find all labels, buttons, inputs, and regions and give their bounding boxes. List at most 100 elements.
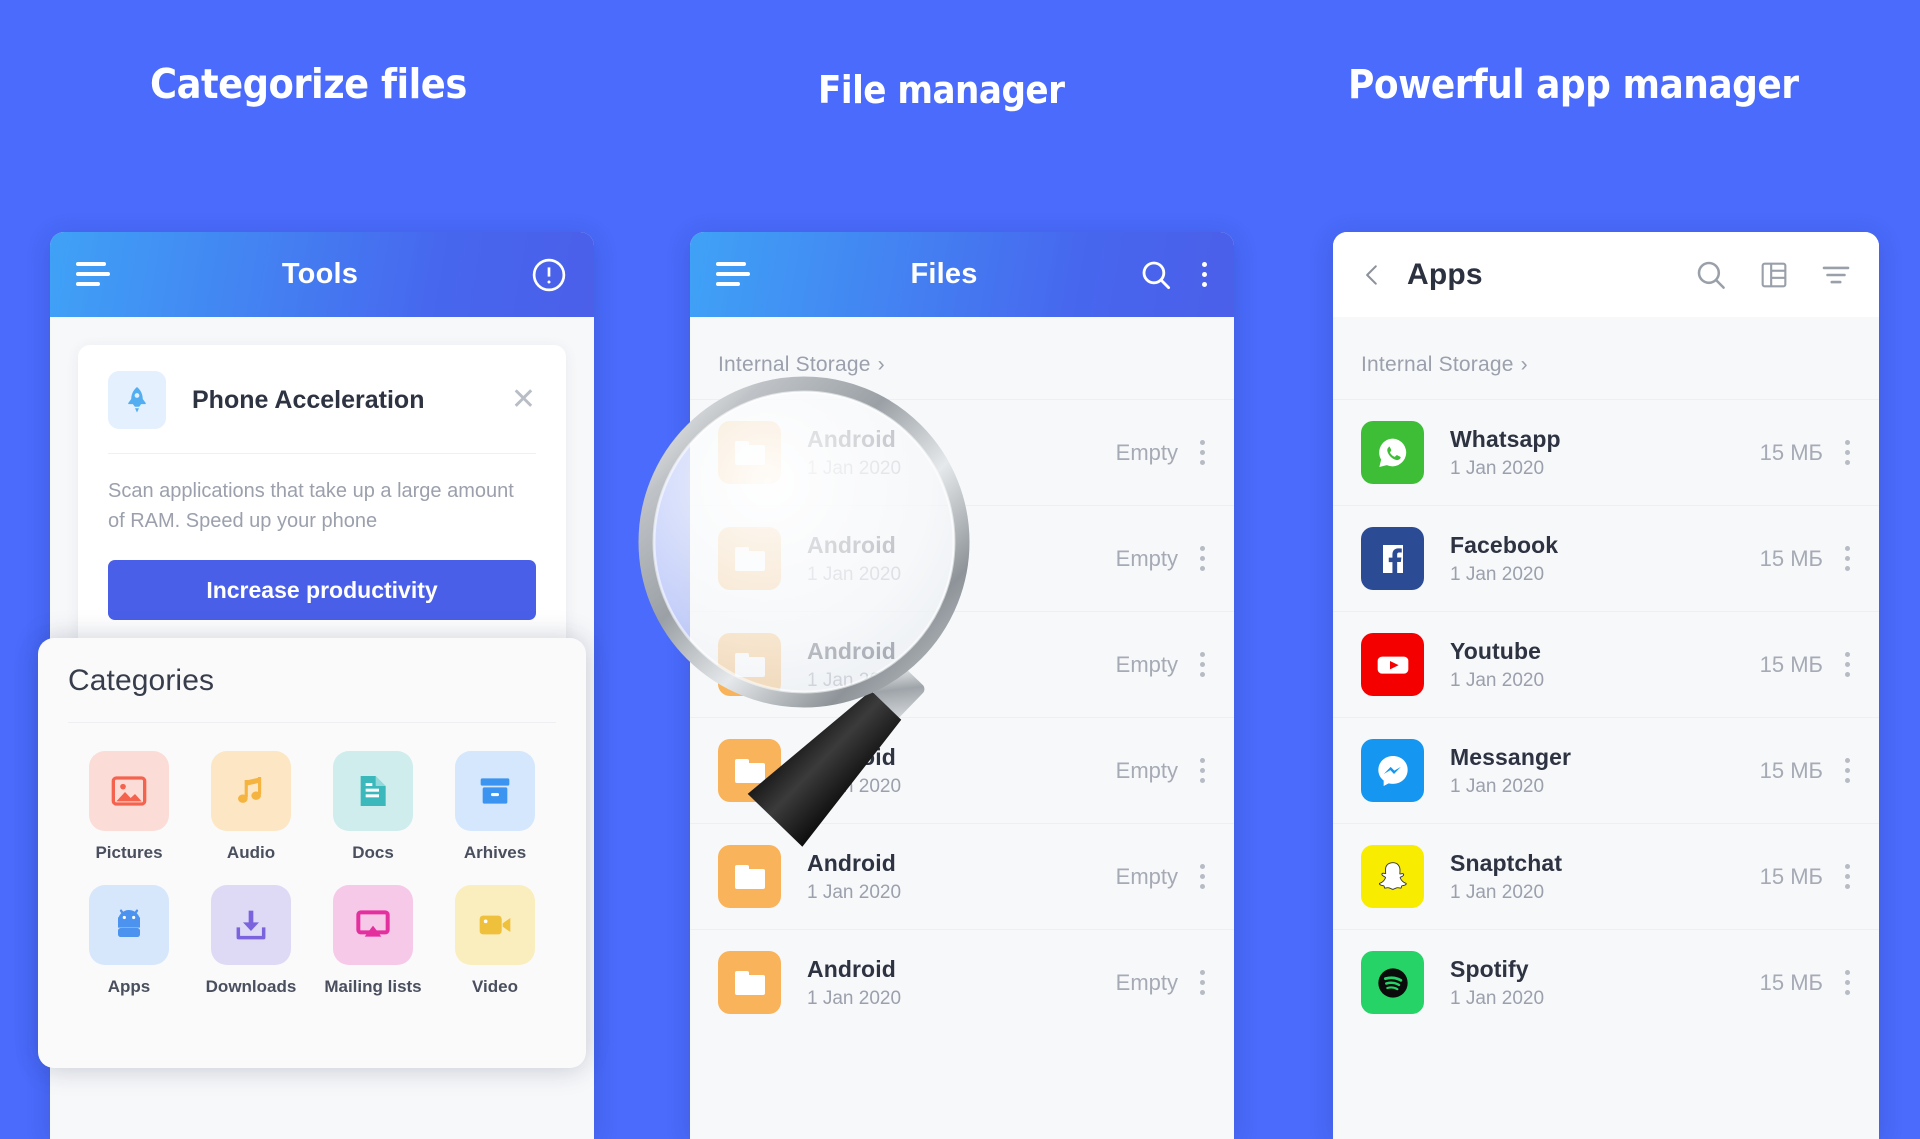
table-row[interactable]: Facebook 1 Jan 2020 15 МБ xyxy=(1333,505,1879,611)
table-row[interactable]: Messanger 1 Jan 2020 15 МБ xyxy=(1333,717,1879,823)
row-meta: Youtube 1 Jan 2020 xyxy=(1450,638,1760,692)
hamburger-icon[interactable] xyxy=(716,261,750,288)
apps-phone-mockup: Apps Internal Storage › Whatsapp 1 Jan 20… xyxy=(1333,232,1879,1139)
row-meta: Android 1 Jan 2020 xyxy=(807,638,1116,692)
chevron-right-icon: › xyxy=(877,353,885,376)
file-date: 1 Jan 2020 xyxy=(807,881,902,903)
file-name: Android xyxy=(807,743,896,770)
table-row[interactable]: Snaptchat 1 Jan 2020 15 МБ xyxy=(1333,823,1879,929)
row-meta: Android 1 Jan 2020 xyxy=(807,850,1116,904)
filter-icon[interactable] xyxy=(1819,258,1853,292)
category-cell[interactable]: Docs xyxy=(312,751,434,863)
kebab-menu-icon[interactable] xyxy=(1200,753,1206,788)
file-date: 1 Jan 2020 xyxy=(807,457,902,479)
kebab-menu-icon[interactable] xyxy=(1200,435,1206,470)
app-size: 15 МБ xyxy=(1759,863,1823,889)
category-label: Arhives xyxy=(463,843,527,862)
phone-acceleration-card: Phone Acceleration ✕ Scan applications t… xyxy=(78,345,566,650)
table-row[interactable]: Android 1 Jan 2020 Empty xyxy=(690,717,1234,823)
heading-categorize-files: Categorize files xyxy=(150,60,467,108)
files-phone-mockup: Files Internal Storage › Android 1 Jan 20… xyxy=(690,232,1234,1139)
category-label: Apps xyxy=(107,977,151,996)
search-icon[interactable] xyxy=(1693,257,1729,293)
hamburger-icon[interactable] xyxy=(76,261,110,288)
app-size: 15 МБ xyxy=(1759,439,1823,465)
search-icon[interactable] xyxy=(1138,257,1174,293)
category-label: Pictures xyxy=(95,843,163,862)
kebab-menu-icon[interactable] xyxy=(1845,541,1851,576)
whatsapp-icon xyxy=(1361,421,1424,484)
kebab-menu-icon[interactable] xyxy=(1200,965,1206,1000)
app-name: Whatsapp xyxy=(1450,425,1561,452)
file-name: Android xyxy=(807,531,896,558)
snapchat-icon xyxy=(1361,845,1424,908)
kebab-menu-icon[interactable] xyxy=(1845,859,1851,894)
document-icon xyxy=(333,751,413,831)
close-icon[interactable]: ✕ xyxy=(511,385,536,415)
rocket-icon xyxy=(108,371,166,429)
category-cell[interactable]: Apps xyxy=(68,885,190,997)
category-cell[interactable]: Video xyxy=(434,885,556,997)
table-row[interactable]: Whatsapp 1 Jan 2020 15 МБ xyxy=(1333,399,1879,505)
kebab-menu-icon[interactable] xyxy=(1200,541,1206,576)
app-name: Spotify xyxy=(1450,955,1529,982)
kebab-menu-icon[interactable] xyxy=(1200,859,1206,894)
page-title: Files xyxy=(910,258,978,290)
kebab-menu-icon[interactable] xyxy=(1200,647,1206,682)
file-date: 1 Jan 2020 xyxy=(807,987,902,1009)
categories-divider xyxy=(68,722,556,723)
kebab-menu-icon[interactable] xyxy=(1845,435,1851,470)
kebab-menu-icon[interactable] xyxy=(1845,647,1851,682)
row-meta: Android 1 Jan 2020 xyxy=(807,744,1116,798)
chevron-left-icon[interactable] xyxy=(1359,258,1385,292)
table-row[interactable]: Spotify 1 Jan 2020 15 МБ xyxy=(1333,929,1879,1035)
app-size: 15 МБ xyxy=(1759,969,1823,995)
tools-appbar: Tools xyxy=(50,232,594,317)
increase-productivity-button[interactable]: Increase productivity xyxy=(108,560,536,620)
table-row[interactable]: Android 1 Jan 2020 Empty xyxy=(690,929,1234,1035)
breadcrumb-label: Internal Storage xyxy=(1361,353,1514,376)
category-label: Docs xyxy=(352,843,394,862)
kebab-menu-icon[interactable] xyxy=(1202,257,1208,292)
kebab-menu-icon[interactable] xyxy=(1845,965,1851,1000)
folder-icon xyxy=(718,633,781,696)
files-appbar: Files xyxy=(690,232,1234,317)
category-cell[interactable]: Downloads xyxy=(190,885,312,997)
table-row[interactable]: Android 1 Jan 2020 Empty xyxy=(690,399,1234,505)
table-row[interactable]: Android 1 Jan 2020 Empty xyxy=(690,505,1234,611)
folder-icon xyxy=(718,951,781,1014)
info-circle-icon[interactable] xyxy=(530,256,568,294)
app-name: Snaptchat xyxy=(1450,849,1563,876)
row-meta: Android 1 Jan 2020 xyxy=(807,426,1116,480)
app-date: 1 Jan 2020 xyxy=(1450,881,1545,903)
breadcrumb[interactable]: Internal Storage › xyxy=(1333,317,1879,399)
table-row[interactable]: Youtube 1 Jan 2020 15 МБ xyxy=(1333,611,1879,717)
category-label: Mailing lists xyxy=(324,977,422,996)
file-status: Empty xyxy=(1115,863,1178,889)
kebab-menu-icon[interactable] xyxy=(1845,753,1851,788)
file-status: Empty xyxy=(1115,651,1178,677)
category-cell[interactable]: Audio xyxy=(190,751,312,863)
table-row[interactable]: Android 1 Jan 2020 Empty xyxy=(690,823,1234,929)
row-meta: Spotify 1 Jan 2020 xyxy=(1450,956,1760,1010)
file-status: Empty xyxy=(1115,545,1178,571)
file-status: Empty xyxy=(1115,969,1178,995)
archive-box-icon xyxy=(455,751,535,831)
apps-screen-body: Internal Storage › Whatsapp 1 Jan 2020 15… xyxy=(1333,317,1879,1139)
table-row[interactable]: Android 1 Jan 2020 Empty xyxy=(690,611,1234,717)
category-cell[interactable]: Pictures xyxy=(68,751,190,863)
heading-app-manager: Powerful app manager xyxy=(1348,62,1799,108)
file-status: Empty xyxy=(1115,757,1178,783)
folder-icon xyxy=(718,845,781,908)
youtube-icon xyxy=(1361,633,1424,696)
category-label: Audio xyxy=(226,843,276,862)
row-meta: Android 1 Jan 2020 xyxy=(807,532,1116,586)
breadcrumb[interactable]: Internal Storage › xyxy=(690,317,1234,399)
file-date: 1 Jan 2020 xyxy=(807,669,902,691)
file-name: Android xyxy=(807,425,896,452)
category-cell[interactable]: Arhives xyxy=(434,751,556,863)
category-cell[interactable]: Mailing lists xyxy=(312,885,434,997)
breadcrumb-label: Internal Storage xyxy=(718,353,871,376)
list-view-icon[interactable] xyxy=(1757,258,1791,292)
app-date: 1 Jan 2020 xyxy=(1450,457,1545,479)
